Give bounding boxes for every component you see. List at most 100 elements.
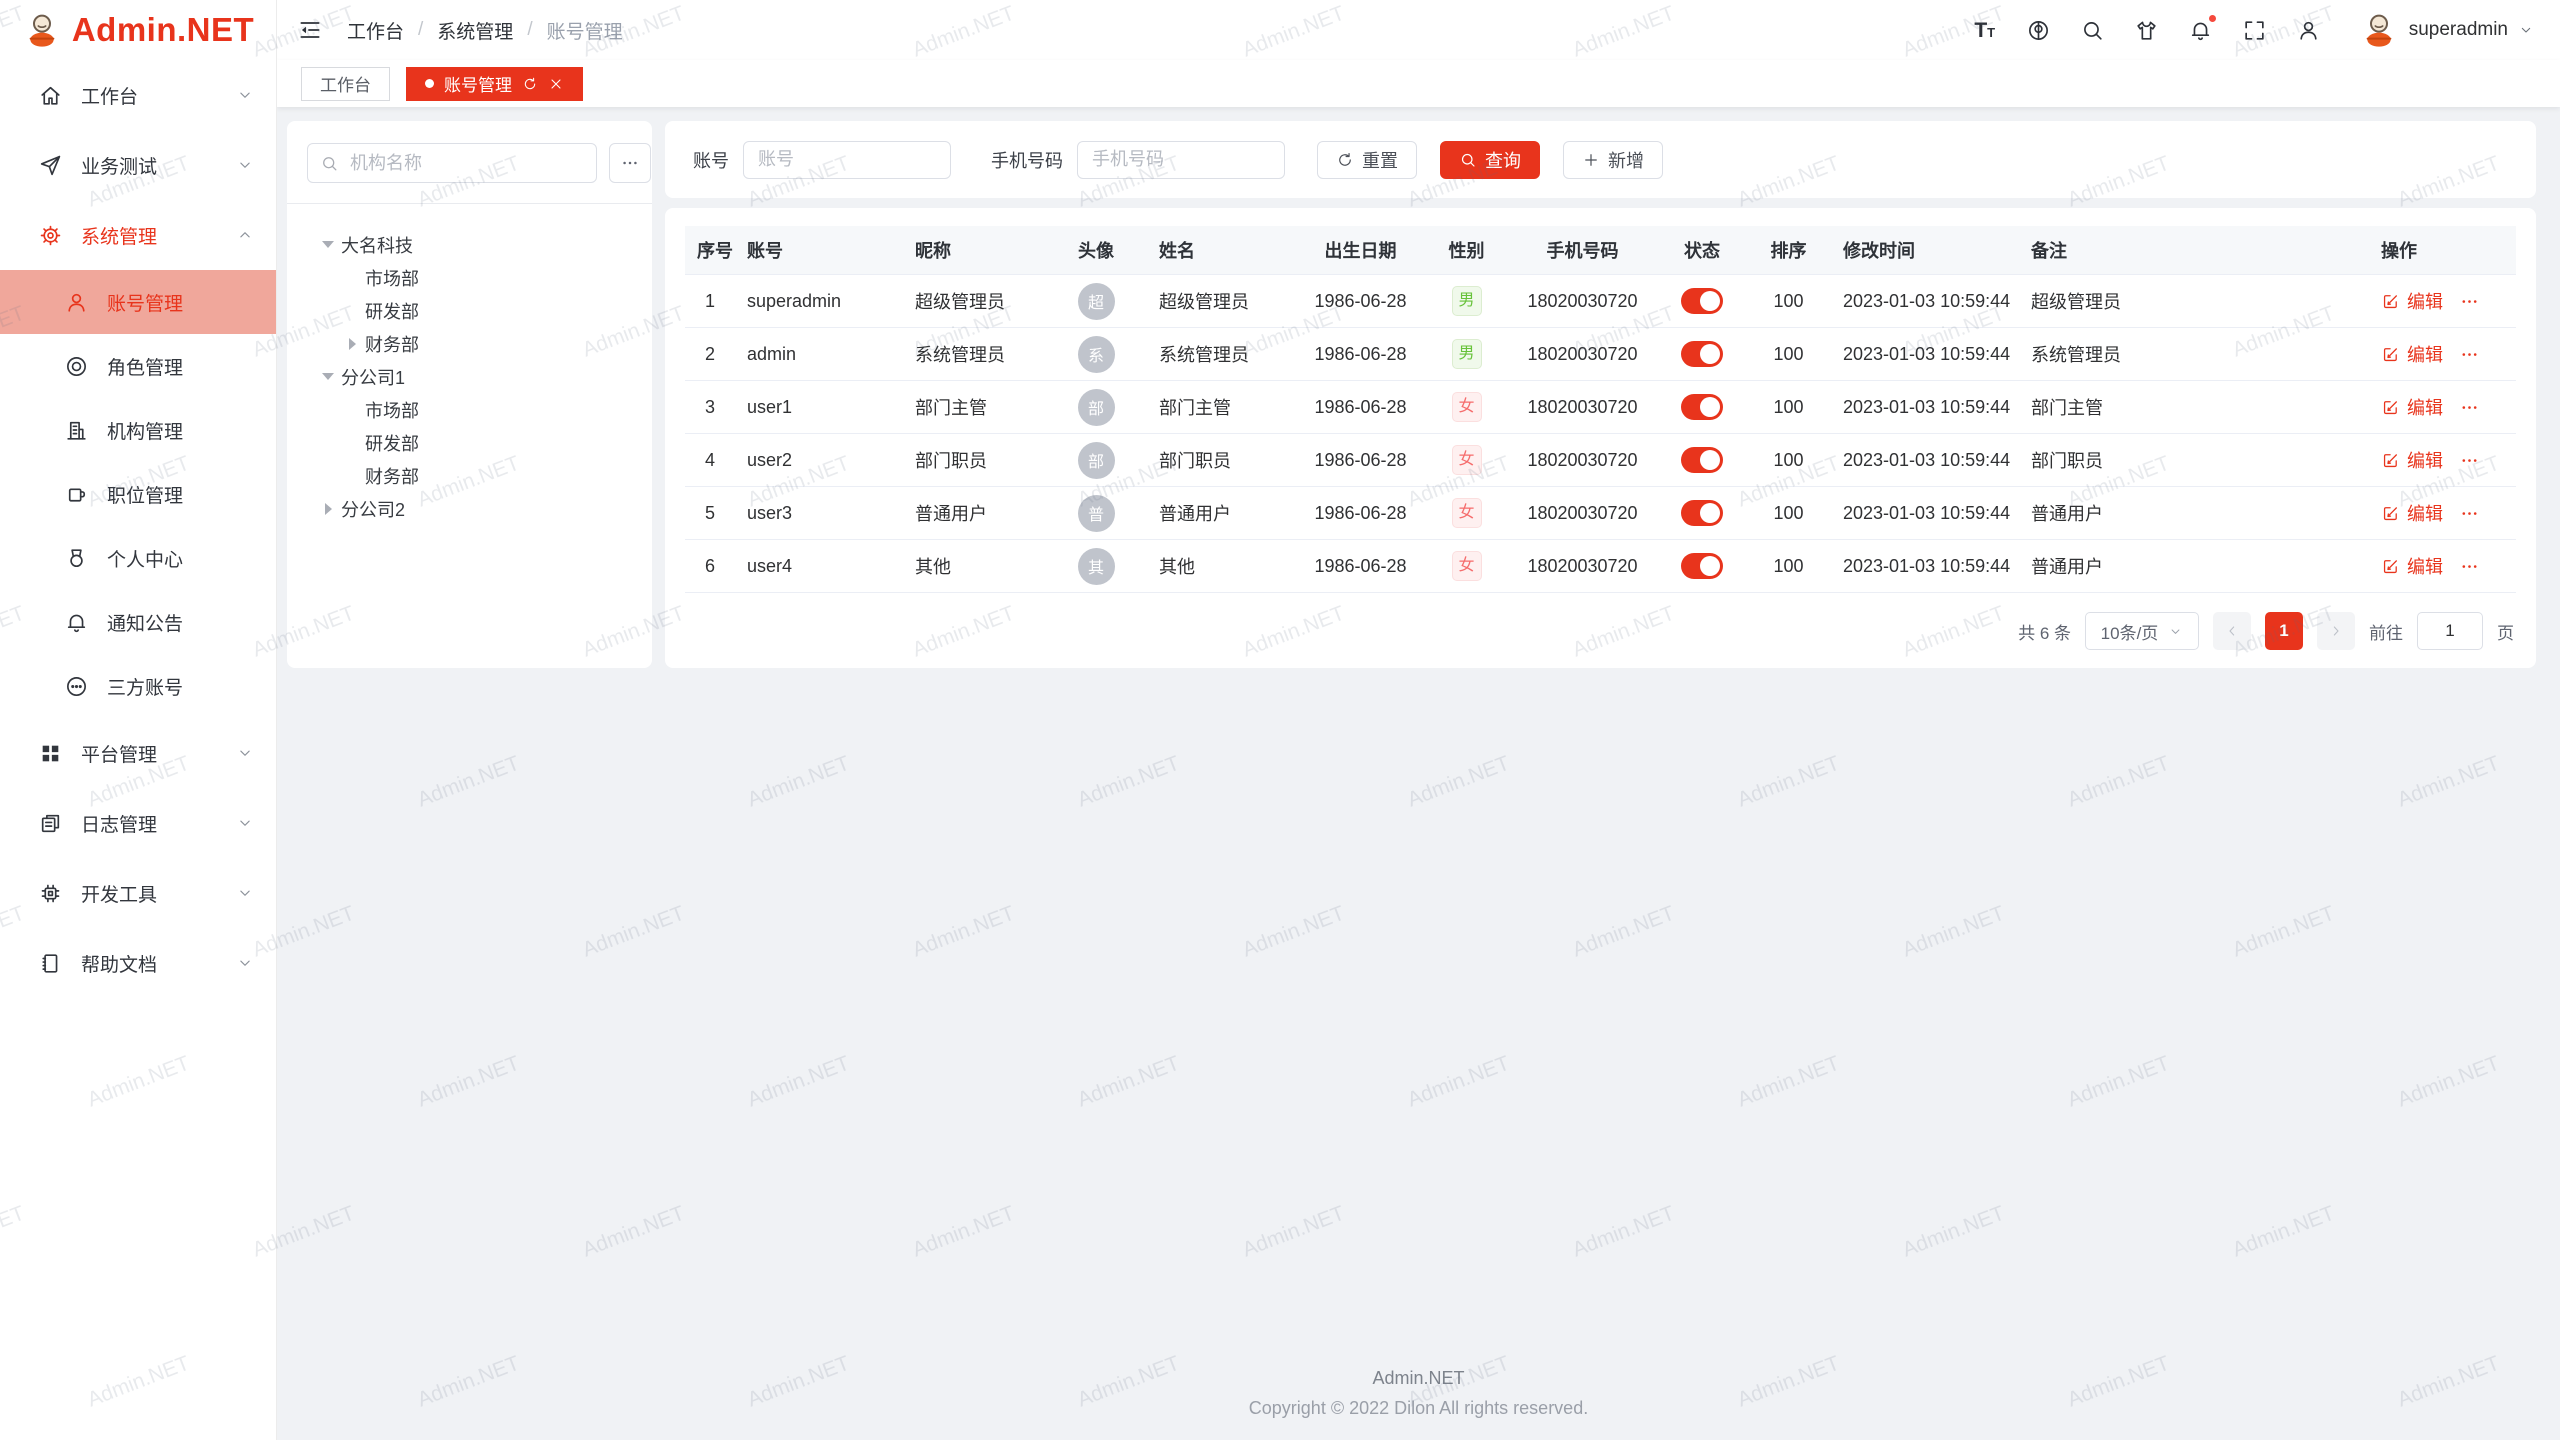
breadcrumb-separator: / — [418, 19, 423, 41]
goto-page-input[interactable] — [2417, 612, 2483, 650]
cell-sort: 100 — [1746, 275, 1831, 328]
account-input[interactable] — [743, 141, 951, 179]
sidebar-item-role-mgmt[interactable]: 角色管理 — [0, 334, 276, 398]
column-status: 状态 — [1658, 226, 1746, 275]
tree-node[interactable]: 财务部 — [307, 459, 632, 492]
edit-button[interactable]: 编辑 — [2381, 288, 2443, 314]
row-more-button[interactable] — [2459, 450, 2480, 471]
tree-node[interactable]: 研发部 — [307, 426, 632, 459]
query-button[interactable]: 查询 — [1440, 141, 1540, 179]
tree-node[interactable]: 市场部 — [307, 261, 632, 294]
sidebar-item-business-test[interactable]: 业务测试 — [0, 130, 276, 200]
cell-gender: 男 — [1426, 328, 1507, 381]
table-row: 3user1部门主管部部门主管1986-06-28女18020030720100… — [685, 381, 2516, 434]
row-more-button[interactable] — [2459, 291, 2480, 312]
cell-avatar: 超 — [1045, 275, 1147, 328]
column-sort: 排序 — [1746, 226, 1831, 275]
cell-gender: 女 — [1426, 540, 1507, 593]
edit-button[interactable]: 编辑 — [2381, 341, 2443, 367]
tree-collapsed-caret-icon[interactable] — [315, 503, 341, 515]
logo[interactable]: Admin.NET — [0, 0, 276, 60]
edit-button[interactable]: 编辑 — [2381, 500, 2443, 526]
tab-refresh-button[interactable] — [522, 76, 538, 92]
sidebar-item-platform-mgmt[interactable]: 平台管理 — [0, 718, 276, 788]
sidebar-item-log-mgmt[interactable]: 日志管理 — [0, 788, 276, 858]
sidebar-item-third-party-account[interactable]: 三方账号 — [0, 654, 276, 718]
sidebar-item-label: 平台管理 — [81, 740, 218, 767]
gender-badge: 男 — [1452, 339, 1482, 369]
org-more-button[interactable] — [609, 143, 651, 183]
column-gender: 性别 — [1426, 226, 1507, 275]
prev-page-button[interactable] — [2213, 612, 2251, 650]
tree-collapsed-caret-icon[interactable] — [339, 338, 365, 350]
edit-icon — [2381, 292, 2400, 311]
cell-account: user1 — [735, 381, 903, 434]
sidebar-item-account-mgmt[interactable]: 账号管理 — [0, 270, 276, 334]
tree-node[interactable]: 大名科技 — [307, 228, 632, 261]
edit-button[interactable]: 编辑 — [2381, 447, 2443, 473]
status-toggle[interactable] — [1681, 341, 1723, 367]
org-search-input[interactable] — [348, 152, 584, 175]
row-more-button[interactable] — [2459, 556, 2480, 577]
tree-node[interactable]: 财务部 — [307, 327, 632, 360]
fold-menu-button[interactable] — [297, 15, 327, 45]
page-number-button[interactable]: 1 — [2265, 612, 2303, 650]
reset-button[interactable]: 重置 — [1317, 141, 1417, 179]
sidebar-item-org-mgmt[interactable]: 机构管理 — [0, 398, 276, 462]
font-size-button[interactable]: TT — [1971, 16, 1999, 44]
edit-button[interactable]: 编辑 — [2381, 553, 2443, 579]
tree-expanded-caret-icon[interactable] — [315, 241, 341, 248]
cell-actions: 编辑 — [2369, 328, 2516, 381]
avatar — [2359, 10, 2399, 50]
notification-button[interactable] — [2187, 16, 2215, 44]
tab-active-dot-icon — [425, 79, 434, 88]
tab-workbench[interactable]: 工作台 — [301, 67, 390, 101]
breadcrumb-item[interactable]: 系统管理 — [437, 17, 513, 44]
sidebar-item-profile-center[interactable]: 个人中心 — [0, 526, 276, 590]
chevron-right-icon — [2328, 623, 2344, 639]
tab-close-button[interactable] — [548, 76, 564, 92]
org-icon — [64, 418, 89, 443]
status-toggle[interactable] — [1681, 553, 1723, 579]
sidebar-item-system-mgmt[interactable]: 系统管理 — [0, 200, 276, 270]
user-menu[interactable]: superadmin — [2359, 10, 2534, 50]
sidebar-item-dev-tools[interactable]: 开发工具 — [0, 858, 276, 928]
phone-input[interactable] — [1077, 141, 1285, 179]
cell-avatar: 普 — [1045, 487, 1147, 540]
add-button[interactable]: 新增 — [1563, 141, 1663, 179]
tab-account-mgmt[interactable]: 账号管理 — [406, 67, 583, 101]
status-toggle[interactable] — [1681, 288, 1723, 314]
cell-status — [1658, 275, 1746, 328]
sidebar-item-help-docs[interactable]: 帮助文档 — [0, 928, 276, 998]
fullscreen-button[interactable] — [2241, 16, 2269, 44]
row-more-button[interactable] — [2459, 503, 2480, 524]
tree-node[interactable]: 研发部 — [307, 294, 632, 327]
page-size-select[interactable]: 10条/页 — [2085, 612, 2199, 650]
language-button[interactable] — [2025, 16, 2053, 44]
sidebar-item-workbench[interactable]: 工作台 — [0, 60, 276, 130]
profile-button[interactable] — [2295, 16, 2323, 44]
logo-mascot-icon — [22, 10, 62, 50]
edit-button-label: 编辑 — [2407, 553, 2443, 579]
tree-expanded-caret-icon[interactable] — [315, 373, 341, 380]
tree-node[interactable]: 市场部 — [307, 393, 632, 426]
sidebar-item-notice[interactable]: 通知公告 — [0, 590, 276, 654]
next-page-button[interactable] — [2317, 612, 2355, 650]
status-toggle[interactable] — [1681, 394, 1723, 420]
tree-node[interactable]: 分公司1 — [307, 360, 632, 393]
breadcrumb-item[interactable]: 工作台 — [347, 17, 404, 44]
tree-node[interactable]: 分公司2 — [307, 492, 632, 525]
sidebar-item-position-mgmt[interactable]: 职位管理 — [0, 462, 276, 526]
goto-label: 前往 — [2369, 619, 2403, 644]
edit-button[interactable]: 编辑 — [2381, 394, 2443, 420]
breadcrumb-item[interactable]: 账号管理 — [547, 17, 623, 44]
row-more-button[interactable] — [2459, 397, 2480, 418]
status-toggle[interactable] — [1681, 500, 1723, 526]
row-more-button[interactable] — [2459, 344, 2480, 365]
theme-button[interactable] — [2133, 16, 2161, 44]
search-button[interactable] — [2079, 16, 2107, 44]
avatar: 部 — [1078, 389, 1115, 426]
table-row: 6user4其他其其他1986-06-28女180200307201002023… — [685, 540, 2516, 593]
avatar: 普 — [1078, 495, 1115, 532]
status-toggle[interactable] — [1681, 447, 1723, 473]
